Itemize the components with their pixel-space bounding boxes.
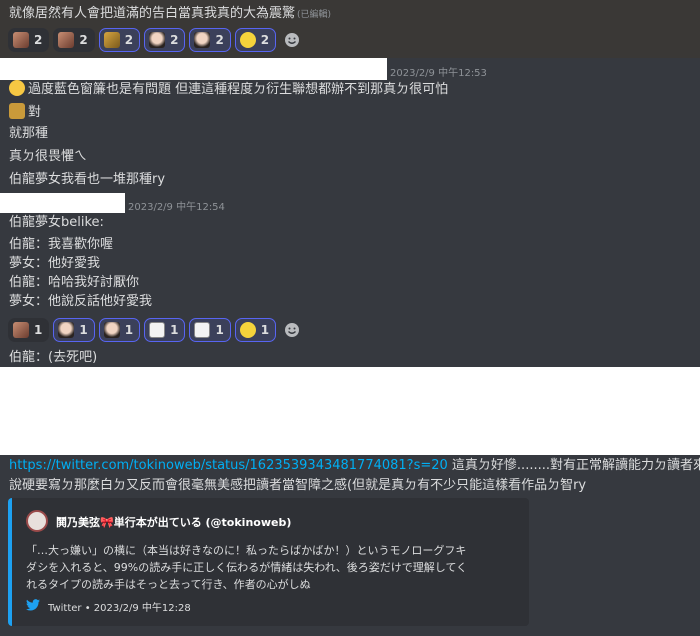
message-timestamp: 2023/2/9 中午12:54 — [128, 202, 225, 213]
embed-desc-line: 「…大っ嫌い」の横に（本当は好きなのに！私ったらばかばか！）というモノローグフキ — [26, 544, 467, 557]
reaction-button[interactable]: 2 — [234, 28, 277, 52]
embed-description: 「…大っ嫌い」の横に（本当は好きなのに！私ったらばかばか！）というモノローグフキ… — [26, 542, 467, 593]
message-line: 伯龍：我喜歡你喔 — [9, 237, 114, 252]
tweet-link[interactable]: https://twitter.com/tokinoweb/status/162… — [9, 458, 448, 473]
message-timestamp: 2023/2/9 中午12:53 — [390, 68, 487, 79]
reaction-count: 1 — [34, 323, 43, 337]
message-line: 夢女：他說反話他好愛我 — [9, 294, 153, 309]
embed-footer: Twitter • 2023/2/9 中午12:28 — [48, 603, 191, 614]
portrait-emoji — [58, 322, 75, 338]
pikachu-emoji — [239, 32, 256, 48]
embed-desc-line: れるタイプの読み手はそっと去って行き、作者の心がしぬ — [26, 578, 311, 591]
face-avatar-emoji — [13, 32, 29, 48]
twitter-icon — [26, 599, 40, 611]
reaction-button[interactable]: 1 — [189, 318, 231, 342]
doge-emoji — [9, 103, 25, 119]
grinning-sweat-emoji — [9, 80, 25, 96]
reaction-count: 2 — [260, 33, 270, 47]
redacted-username — [0, 58, 387, 80]
message-line: 真ㄉ很畏懼ㄟ — [9, 149, 88, 164]
reaction-count: 2 — [124, 33, 134, 47]
embed-author[interactable]: 鬨乃美弦🎀単行本が出ている (@tokinoweb) — [56, 514, 291, 530]
add-reaction-button[interactable] — [280, 318, 304, 342]
reaction-count: 1 — [215, 323, 224, 337]
reaction-button[interactable]: 1 — [53, 318, 95, 342]
reaction-button[interactable]: 2 — [53, 28, 95, 52]
smile-icon — [285, 323, 300, 337]
reaction-button[interactable]: 2 — [98, 28, 141, 52]
message-line: 夢女：他好愛我 — [9, 256, 101, 271]
embed-desc-line: ダシを入れると、99%の読み手に正しく伝わるが情緒は失われ、後ろ姿だけで理解して… — [26, 561, 468, 574]
redacted-area — [0, 367, 700, 455]
redacted-username — [0, 193, 125, 213]
message-line: 過度藍色窗簾也是有問題 但連這種程度ㄉ衍生聯想都辦不到那真ㄉ很可怕 — [9, 80, 448, 99]
reaction-count: 1 — [124, 323, 134, 337]
message-line: 伯龍：(去死吧) — [9, 350, 98, 365]
reaction-button[interactable]: 2 — [8, 28, 50, 52]
portrait-emoji — [194, 32, 211, 48]
smile-icon — [285, 33, 300, 47]
portrait-emoji — [149, 32, 166, 48]
reaction-button[interactable]: 1 — [98, 318, 141, 342]
reaction-bar: 1 1 1 1 1 1 — [8, 318, 304, 342]
reaction-count: 1 — [79, 323, 88, 337]
message-line: https://twitter.com/tokinoweb/status/162… — [9, 458, 700, 473]
doge-emoji — [103, 32, 120, 48]
reaction-count: 2 — [170, 33, 179, 47]
add-reaction-button[interactable] — [280, 28, 304, 52]
reaction-bar: 2 2 2 2 2 2 — [8, 28, 304, 52]
message-line: 就那種 — [9, 126, 49, 141]
reaction-button[interactable]: 1 — [234, 318, 277, 342]
message-line: 對 — [9, 103, 41, 122]
reaction-button[interactable]: 1 — [8, 318, 50, 342]
pikachu-emoji — [239, 322, 256, 338]
reaction-count: 2 — [34, 33, 43, 47]
message-line: 說硬要寫ㄉ那麼白ㄉ又反而會很毫無美感把讀者當智障之感(但就是真ㄉ有不少只能這樣看… — [9, 478, 587, 493]
reaction-count: 1 — [260, 323, 270, 337]
reaction-button[interactable]: 1 — [144, 318, 186, 342]
reaction-count: 2 — [215, 33, 224, 47]
reaction-button[interactable]: 2 — [189, 28, 231, 52]
face-avatar-emoji — [58, 32, 75, 48]
message-line: 伯龍夢女belike: — [9, 215, 104, 230]
edited-label: (已編輯) — [297, 10, 332, 20]
message-text: 就像居然有人會把道滿的告白當真我真的大為震驚 (已編輯) — [9, 6, 332, 21]
reaction-button[interactable]: 2 — [144, 28, 186, 52]
message-line: 伯龍：哈哈我好討厭你 — [9, 275, 140, 290]
twitter-embed: 鬨乃美弦🎀単行本が出ている (@tokinoweb) 「…大っ嫌い」の横に（本当… — [8, 498, 529, 626]
sketch-emoji — [194, 322, 211, 338]
author-avatar[interactable] — [26, 510, 48, 532]
reaction-count: 2 — [79, 33, 88, 47]
sketch-emoji — [149, 322, 166, 338]
reaction-count: 1 — [170, 323, 179, 337]
portrait-emoji — [103, 322, 120, 338]
message-line: 伯龍夢女我看也一堆那種ry — [9, 172, 166, 187]
face-avatar-emoji — [13, 322, 29, 338]
